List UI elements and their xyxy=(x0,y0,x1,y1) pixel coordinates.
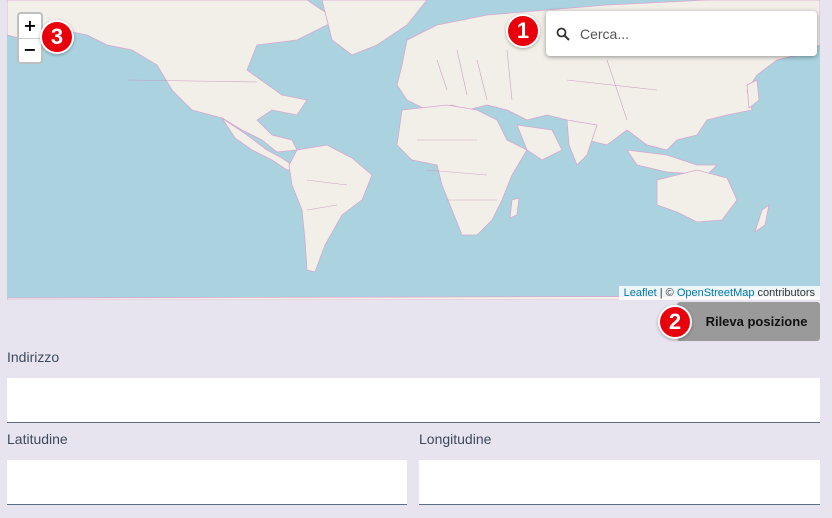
leaflet-link[interactable]: Leaflet xyxy=(624,287,657,299)
osm-link[interactable]: OpenStreetMap xyxy=(677,287,755,299)
locate-position-button[interactable]: Rileva posizione xyxy=(677,302,820,341)
attribution-suffix: contributors xyxy=(754,287,815,299)
attribution-separator: | © xyxy=(656,287,677,299)
address-field[interactable] xyxy=(7,378,820,423)
latitude-field[interactable] xyxy=(7,460,407,505)
latitude-label: Latitudine xyxy=(7,431,68,447)
map-search-input[interactable] xyxy=(580,25,805,42)
annotation-badge-3: 3 xyxy=(40,20,74,54)
annotation-badge-2: 2 xyxy=(658,305,692,339)
annotation-badge-1: 1 xyxy=(506,14,540,48)
zoom-in-button[interactable]: + xyxy=(19,14,41,39)
map-search[interactable] xyxy=(546,11,817,56)
zoom-out-button[interactable]: − xyxy=(19,38,41,62)
address-label: Indirizzo xyxy=(7,349,60,365)
longitude-field[interactable] xyxy=(419,460,820,505)
map[interactable]: Leaflet | © OpenStreetMap contributors xyxy=(7,0,820,300)
longitude-label: Longitudine xyxy=(419,431,492,447)
search-icon xyxy=(546,27,580,41)
map-attribution: Leaflet | © OpenStreetMap contributors xyxy=(618,286,820,300)
